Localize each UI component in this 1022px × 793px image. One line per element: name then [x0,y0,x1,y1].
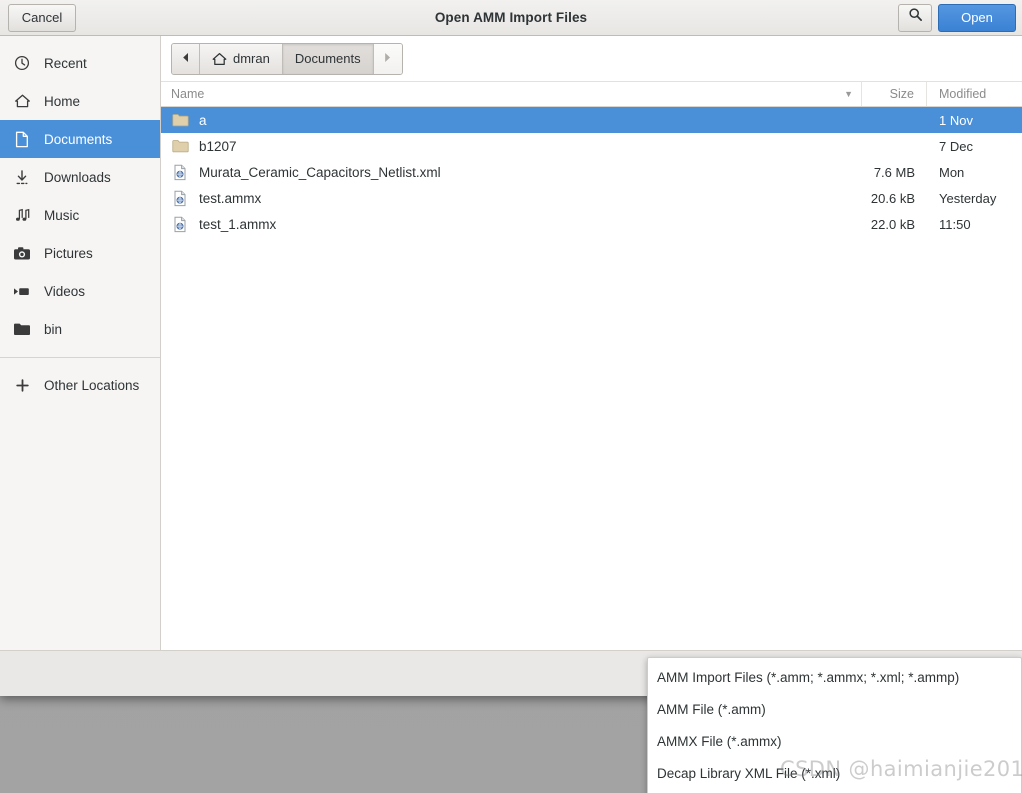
sidebar-item-music[interactable]: Music [0,196,160,234]
folder-icon [171,111,189,129]
file-size-cell: 7.6 MB [873,164,915,180]
filter-menu-item-amm-file[interactable]: AMM File (*.amm) [648,694,1021,726]
sidebar-item-other-locations[interactable]: Other Locations [0,366,160,404]
file-name-cell: test.ammx [161,189,862,207]
file-modified-cell: 7 Dec [939,138,973,154]
file-name-label: test_1.ammx [199,216,277,232]
sidebar-item-label: Pictures [44,245,93,261]
dialog-header-bar: Cancel Open AMM Import Files Open [0,0,1022,36]
file-size-cell: 22.0 kB [870,216,915,232]
table-row[interactable]: test_1.ammx 22.0 kB 11:50 [161,211,1022,237]
sidebar-item-documents[interactable]: Documents [0,120,160,158]
sidebar-item-label: Home [44,93,81,109]
cancel-button[interactable]: Cancel [8,3,76,32]
xml-file-icon [171,215,189,233]
home-icon [12,92,32,110]
sidebar-item-label: bin [44,321,63,337]
file-name-cell: b1207 [161,137,862,155]
table-row[interactable]: Murata_Ceramic_Capacitors_Netlist.xml 7.… [161,159,1022,185]
folder-icon [171,137,189,155]
file-list-header: Name ▼ Size Modified [161,81,1022,107]
breadcrumb-item-dmran[interactable]: dmran [200,43,283,74]
search-icon [908,5,923,31]
file-filter-menu[interactable]: AMM Import Files (*.amm; *.ammx; *.xml; … [647,657,1022,793]
xml-file-icon [171,189,189,207]
file-chooser-dialog: Cancel Open AMM Import Files Open Recent… [0,0,1022,696]
breadcrumb-item-documents[interactable]: Documents [282,43,374,74]
path-bar-area: dmran Documents [161,36,1022,81]
sidebar-item-pictures[interactable]: Pictures [0,234,160,272]
path-back-button[interactable] [172,43,200,74]
file-modified-cell: Mon [939,164,965,180]
file-name-cell: a [161,111,862,129]
sidebar-item-label: Videos [44,283,86,299]
breadcrumb-label: dmran [233,51,270,66]
file-name-label: test.ammx [199,190,262,206]
sidebar-item-recent[interactable]: Recent [0,44,160,82]
filter-menu-item-amm-import-files[interactable]: AMM Import Files (*.amm; *.ammx; *.xml; … [648,662,1021,694]
file-name-cell: Murata_Ceramic_Capacitors_Netlist.xml [161,163,862,181]
file-name-cell: test_1.ammx [161,215,862,233]
sidebar-item-downloads[interactable]: Downloads [0,158,160,196]
header-right-actions: Open [898,0,1016,35]
chevron-right-icon [383,51,392,66]
column-header-name-label: Name [171,87,205,101]
column-header-modified-label: Modified [939,87,987,101]
sidebar-item-bin[interactable]: bin [0,310,160,348]
column-header-name[interactable]: Name ▼ [161,82,862,106]
file-name-label: a [199,112,207,128]
chevron-left-icon [181,51,190,66]
breadcrumb-label: Documents [294,51,361,66]
sidebar-item-label: Recent [44,55,87,71]
home-icon [212,52,227,66]
file-browser-pane: dmran Documents Name ▼ Size Modified a 1… [161,36,1022,650]
breadcrumb: dmran Documents [171,42,403,75]
music-icon [12,206,32,224]
xml-file-icon [171,163,189,181]
table-row[interactable]: a 1 Nov [161,107,1022,133]
plus-icon [12,376,32,394]
file-modified-cell: 1 Nov [939,112,973,128]
file-list[interactable]: a 1 Nov b1207 7 Dec Murata_Ceramic_Capac… [161,107,1022,650]
dialog-body: Recent Home Documents Downloads Music Pi… [0,36,1022,650]
document-icon [12,130,32,148]
file-size-cell: 20.6 kB [870,190,915,206]
video-icon [12,282,32,300]
sidebar-item-label: Downloads [44,169,111,185]
sidebar-item-home[interactable]: Home [0,82,160,120]
dialog-title: Open AMM Import Files [434,10,588,25]
file-modified-cell: Yesterday [939,190,997,206]
file-name-label: Murata_Ceramic_Capacitors_Netlist.xml [199,164,441,180]
column-header-size-label: Size [889,87,914,101]
search-button[interactable] [898,3,932,32]
file-modified-cell: 11:50 [939,216,971,232]
sidebar-item-videos[interactable]: Videos [0,272,160,310]
places-sidebar: Recent Home Documents Downloads Music Pi… [0,36,161,650]
screenshot-root: Cancel Open AMM Import Files Open Recent… [0,0,1022,793]
filter-menu-item-ammx-file[interactable]: AMMX File (*.ammx) [648,726,1021,758]
table-row[interactable]: test.ammx 20.6 kB Yesterday [161,185,1022,211]
path-forward-button[interactable] [373,43,402,74]
clock-icon [12,54,32,72]
sidebar-separator [0,357,160,358]
sidebar-item-label: Documents [44,131,113,147]
sidebar-item-label: Other Locations [44,377,140,393]
camera-icon [12,244,32,262]
open-button[interactable]: Open [938,3,1016,32]
sort-descending-icon: ▼ [844,89,853,99]
column-header-size[interactable]: Size [862,82,927,106]
filter-menu-item-decap-library-xml-file[interactable]: Decap Library XML File (*.xml) [648,758,1021,790]
sidebar-item-label: Music [44,207,80,223]
column-header-modified[interactable]: Modified [927,82,1022,106]
file-name-label: b1207 [199,138,237,154]
download-icon [12,168,32,186]
folder-icon [12,320,32,338]
table-row[interactable]: b1207 7 Dec [161,133,1022,159]
